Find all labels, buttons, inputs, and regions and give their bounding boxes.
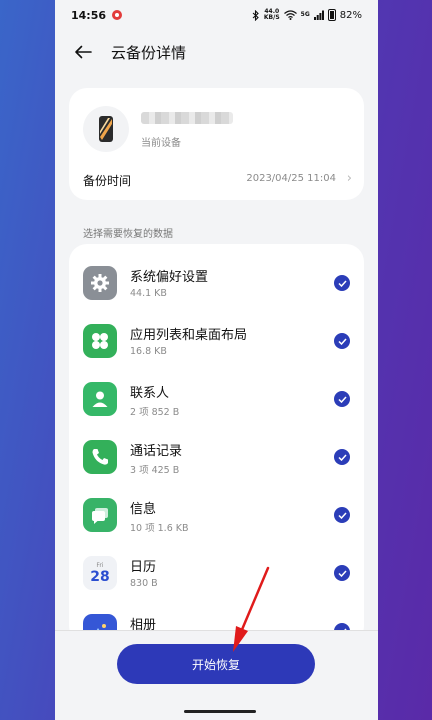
notification-icon [112, 10, 123, 20]
checkbox-checked[interactable] [334, 449, 350, 465]
section-label: 选择需要恢复的数据 [83, 229, 173, 240]
sim-label: 5G [300, 11, 310, 18]
backup-time-label[interactable]: 备份时间 [83, 172, 131, 189]
bluetooth-icon [252, 9, 259, 21]
device-subtitle: 当前设备 [141, 138, 181, 149]
check-icon [337, 337, 347, 345]
chevron-right-icon[interactable]: › [347, 171, 352, 186]
item-title: 日历 [130, 560, 157, 575]
signal-icon [313, 10, 324, 20]
item-subtitle: 3 项 425 B [130, 465, 180, 476]
restore-data-list: 系统偏好设置 44.1 KB 应用列表和桌面布局 16.8 KB 联系人 2 项… [69, 244, 364, 644]
wifi-icon [283, 10, 297, 20]
home-indicator[interactable] [184, 710, 256, 713]
list-item-messages[interactable]: 信息 10 项 1.6 KB [69, 492, 364, 550]
list-item-system-settings[interactable]: 系统偏好设置 44.1 KB [69, 260, 364, 318]
check-icon [337, 279, 347, 287]
status-bar: 14:56 44.0 KB/S 5G 82% [55, 0, 378, 30]
message-icon [83, 498, 117, 532]
checkbox-checked[interactable] [334, 507, 350, 523]
list-item-app-layout[interactable]: 应用列表和桌面布局 16.8 KB [69, 318, 364, 376]
item-subtitle: 44.1 KB [130, 288, 167, 299]
checkbox-checked[interactable] [334, 565, 350, 581]
start-restore-button[interactable]: 开始恢复 [117, 644, 315, 684]
backup-time-value[interactable]: 2023/04/25 11:04 [246, 173, 336, 184]
item-title: 应用列表和桌面布局 [130, 328, 248, 343]
person-icon [83, 382, 117, 416]
checkbox-checked[interactable] [334, 275, 350, 291]
device-card: 当前设备 备份时间 2023/04/25 11:04 › [69, 88, 364, 200]
checkbox-checked[interactable] [334, 333, 350, 349]
check-icon [337, 453, 347, 461]
calendar-date: 28 [90, 568, 110, 585]
check-icon [337, 511, 347, 519]
check-icon [337, 395, 347, 403]
item-subtitle: 16.8 KB [130, 346, 167, 357]
status-time: 14:56 [71, 8, 107, 22]
phone-screen: 14:56 44.0 KB/S 5G 82% 云备份详情 当前设备 备份时间 2… [55, 0, 378, 720]
item-title: 系统偏好设置 [130, 270, 209, 285]
battery-icon [327, 9, 336, 21]
device-phone-icon [83, 106, 129, 152]
list-item-calendar[interactable]: Fri 28 日历 830 B [69, 550, 364, 608]
item-subtitle: 2 项 852 B [130, 407, 180, 418]
app-grid-icon [83, 324, 117, 358]
list-item-call-log[interactable]: 通话记录 3 项 425 B [69, 434, 364, 492]
item-subtitle: 830 B [130, 578, 158, 589]
item-title: 通话记录 [130, 444, 183, 459]
battery-percent: 82% [339, 9, 362, 21]
page-title: 云备份详情 [111, 43, 187, 62]
checkbox-checked[interactable] [334, 391, 350, 407]
item-title: 信息 [130, 502, 157, 517]
gear-icon [83, 266, 117, 300]
device-name-blurred [141, 112, 233, 124]
item-subtitle: 10 项 1.6 KB [130, 523, 189, 534]
net-speed: 44.0 KB/S [263, 8, 280, 21]
calendar-icon: Fri 28 [83, 556, 117, 590]
list-item-contacts[interactable]: 联系人 2 项 852 B [69, 376, 364, 434]
arrow-left-icon [75, 45, 92, 59]
item-title: 联系人 [130, 386, 170, 401]
check-icon [337, 569, 347, 577]
phone-icon [83, 440, 117, 474]
app-header: 云备份详情 [55, 30, 378, 74]
back-button[interactable] [63, 32, 103, 72]
